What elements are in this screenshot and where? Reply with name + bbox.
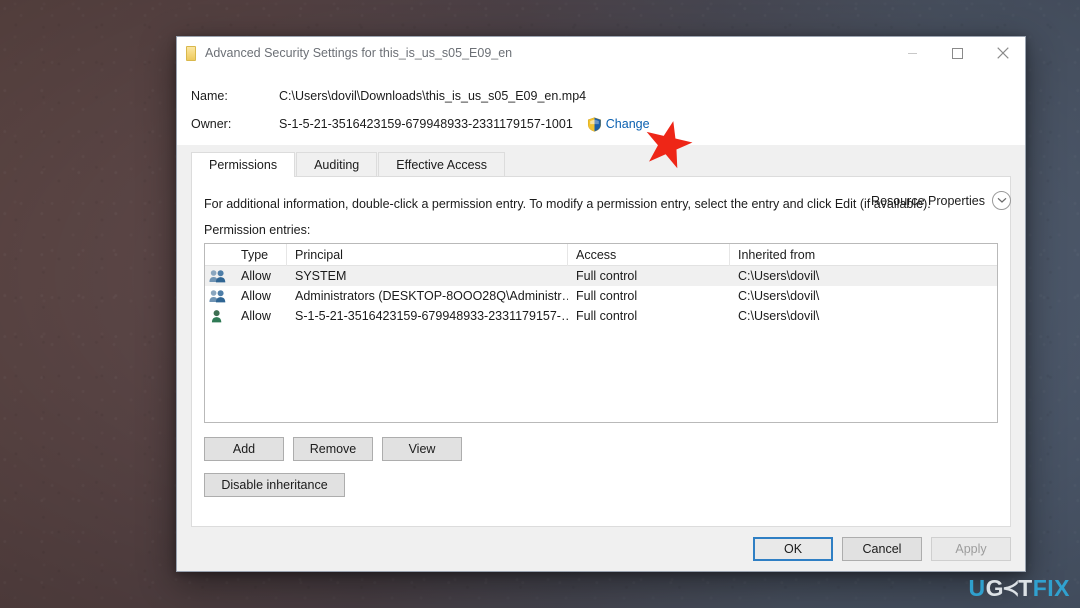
tab-auditing-label: Auditing bbox=[314, 157, 360, 172]
name-row: Name: C:\Users\dovil\Downloads\this_is_u… bbox=[191, 85, 1011, 107]
owner-value: S-1-5-21-3516423159-679948933-2331179157… bbox=[279, 117, 573, 131]
grid-header-row: Type Principal Access Inherited from bbox=[205, 244, 997, 266]
tab-permissions-label: Permissions bbox=[209, 158, 278, 172]
permission-entries-grid[interactable]: Type Principal Access Inherited from All… bbox=[204, 243, 998, 423]
group-icon bbox=[209, 290, 226, 303]
row-icon-cell bbox=[205, 286, 233, 306]
owner-row: Owner: S-1-5-21-3516423159-679948933-233… bbox=[191, 113, 1011, 135]
cell-access: Full control bbox=[576, 269, 638, 283]
window-body: Name: C:\Users\dovil\Downloads\this_is_u… bbox=[177, 69, 1025, 571]
apply-button: Apply bbox=[931, 537, 1011, 561]
watermark-u: U bbox=[968, 575, 986, 601]
cell-type: Allow bbox=[241, 289, 271, 303]
dialog-footer: OK Cancel Apply bbox=[177, 527, 1025, 571]
name-label: Name: bbox=[191, 89, 228, 103]
user-icon bbox=[211, 310, 222, 323]
advanced-security-settings-window: Advanced Security Settings for this_is_u… bbox=[176, 36, 1026, 572]
permissions-tab-panel: For additional information, double-click… bbox=[191, 177, 1011, 527]
resource-properties-expander[interactable]: Resource Properties bbox=[871, 191, 1011, 210]
column-header-access[interactable]: Access bbox=[568, 244, 730, 266]
cell-type: Allow bbox=[241, 269, 271, 283]
cell-principal: SYSTEM bbox=[295, 269, 347, 283]
file-info-header: Name: C:\Users\dovil\Downloads\this_is_u… bbox=[177, 69, 1025, 145]
tab-effective-access[interactable]: Effective Access bbox=[378, 152, 506, 176]
ugetfix-watermark: U G ≺ T FIX bbox=[969, 575, 1070, 602]
desktop-background: Advanced Security Settings for this_is_u… bbox=[0, 0, 1080, 608]
window-titlebar: Advanced Security Settings for this_is_u… bbox=[177, 37, 1025, 69]
permission-entries-label: Permission entries: bbox=[204, 223, 311, 237]
change-owner-link[interactable]: Change bbox=[606, 117, 650, 131]
table-row[interactable]: Allow Administrators (DESKTOP-8OOO28Q\Ad… bbox=[205, 286, 997, 306]
row-icon-cell bbox=[205, 266, 233, 286]
name-value: C:\Users\dovil\Downloads\this_is_us_s05_… bbox=[279, 89, 587, 103]
tab-effective-access-label: Effective Access bbox=[396, 157, 488, 172]
ok-button[interactable]: OK bbox=[753, 537, 833, 561]
table-row[interactable]: Allow S-1-5-21-3516423159-679948933-2331… bbox=[205, 306, 997, 326]
cell-principal: Administrators (DESKTOP-8OOO28Q\Administ… bbox=[295, 289, 568, 303]
change-owner-control[interactable]: Change bbox=[587, 116, 650, 132]
resource-properties-label: Resource Properties bbox=[871, 193, 985, 208]
entry-action-buttons: Add Remove View bbox=[204, 437, 1000, 461]
table-row[interactable]: Allow SYSTEM Full control C:\Users\dovil… bbox=[205, 266, 997, 286]
disable-inheritance-button[interactable]: Disable inheritance bbox=[204, 473, 345, 497]
column-header-principal[interactable]: Principal bbox=[287, 244, 568, 266]
owner-label: Owner: bbox=[191, 117, 232, 131]
cell-inherited-from: C:\Users\dovil\ bbox=[738, 309, 820, 323]
remove-button[interactable]: Remove bbox=[293, 437, 373, 461]
column-header-icon bbox=[205, 244, 233, 266]
folder-icon bbox=[186, 45, 196, 61]
window-title: Advanced Security Settings for this_is_u… bbox=[205, 46, 513, 60]
maximize-button[interactable] bbox=[935, 37, 980, 69]
cell-access: Full control bbox=[576, 289, 638, 303]
tab-permissions[interactable]: Permissions bbox=[191, 152, 296, 177]
cell-inherited-from: C:\Users\dovil\ bbox=[738, 269, 820, 283]
group-icon bbox=[209, 270, 226, 283]
add-button[interactable]: Add bbox=[204, 437, 284, 461]
tab-strip: Permissions Auditing Effective Access bbox=[191, 152, 1011, 177]
minimize-button[interactable] bbox=[890, 37, 935, 69]
view-button[interactable]: View bbox=[382, 437, 462, 461]
watermark-fix: FIX bbox=[1032, 575, 1070, 601]
cell-inherited-from: C:\Users\dovil\ bbox=[738, 289, 820, 303]
column-header-type[interactable]: Type bbox=[233, 244, 287, 266]
inheritance-action-buttons: Disable inheritance bbox=[204, 473, 1000, 497]
cell-principal: S-1-5-21-3516423159-679948933-2331179157… bbox=[295, 309, 568, 323]
cell-type: Allow bbox=[241, 309, 271, 323]
row-icon-cell bbox=[205, 306, 233, 326]
chevron-down-icon[interactable] bbox=[992, 191, 1011, 210]
cancel-button[interactable]: Cancel bbox=[842, 537, 922, 561]
close-button[interactable] bbox=[980, 37, 1025, 69]
column-header-inherited-from[interactable]: Inherited from bbox=[730, 244, 997, 266]
uac-shield-icon bbox=[587, 116, 601, 132]
window-controls bbox=[890, 37, 1025, 69]
cell-access: Full control bbox=[576, 309, 638, 323]
watermark-t: T bbox=[1018, 575, 1033, 601]
tab-auditing[interactable]: Auditing bbox=[296, 152, 378, 176]
